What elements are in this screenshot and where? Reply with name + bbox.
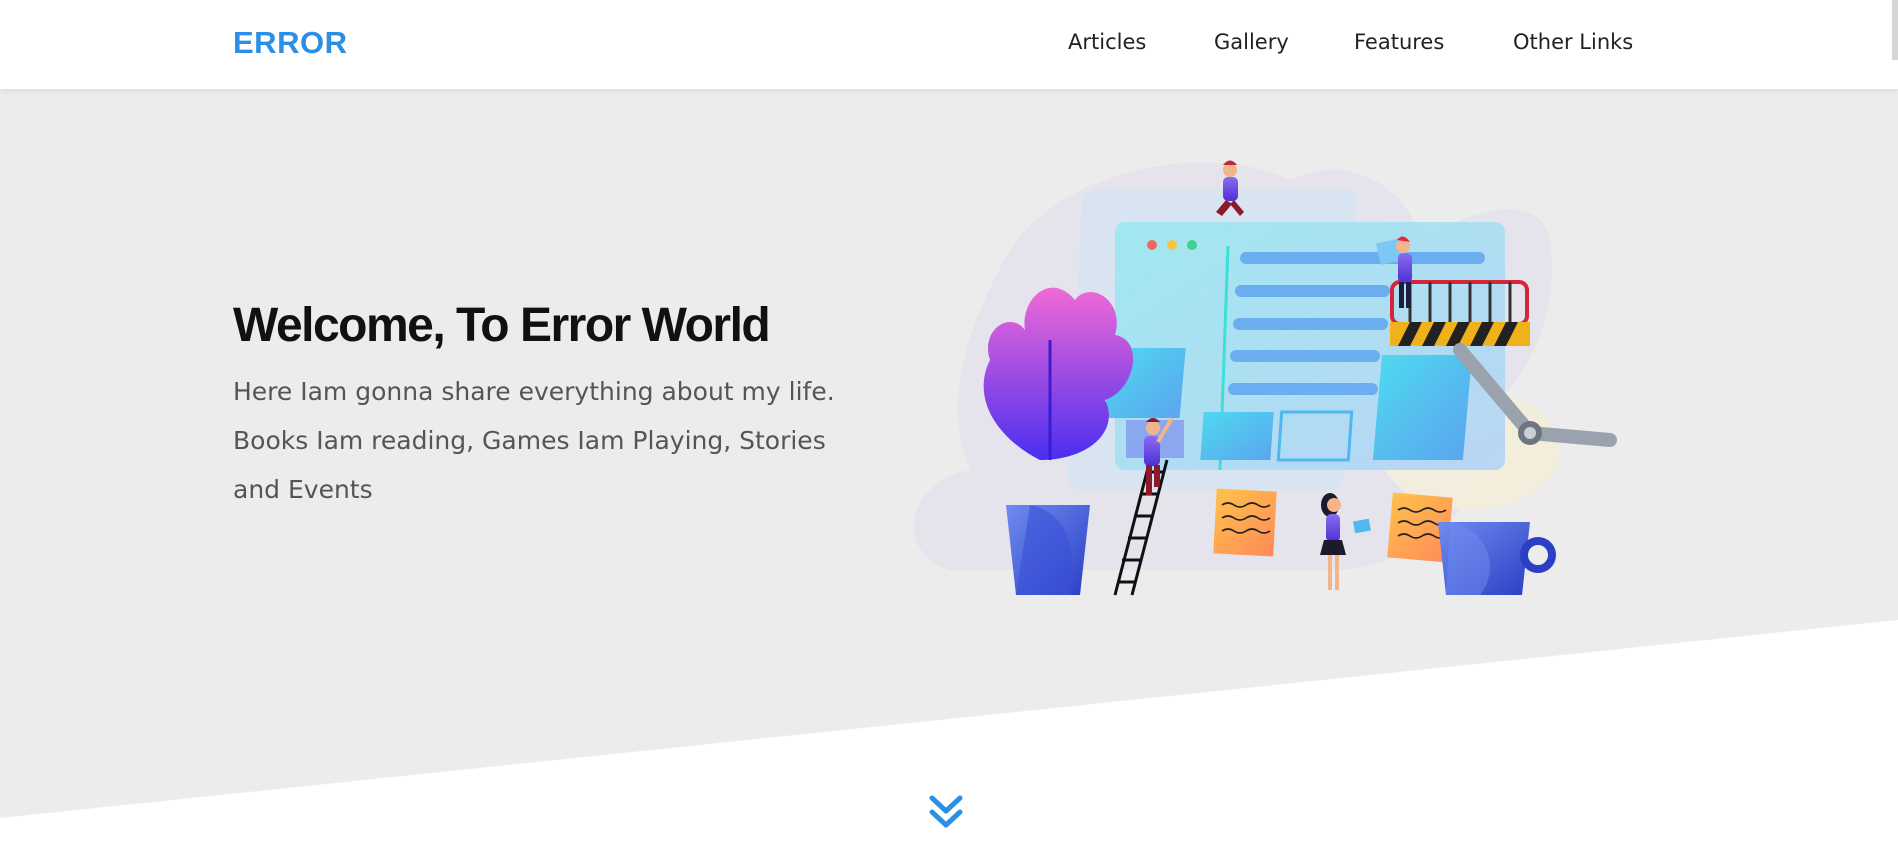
scrollbar-thumb[interactable] <box>1892 0 1898 60</box>
site-header: ERROR Articles Gallery Features Other Li… <box>0 0 1898 89</box>
nav-item-articles[interactable]: Articles <box>1068 30 1146 54</box>
nav-item-features[interactable]: Features <box>1354 30 1444 54</box>
site-logo[interactable]: ERROR <box>233 25 347 61</box>
hero-description: Here Iam gonna share everything about my… <box>233 377 835 504</box>
web-building-team-illustration <box>913 160 1617 596</box>
double-chevron-down-icon[interactable] <box>926 792 966 832</box>
nav-item-gallery[interactable]: Gallery <box>1214 30 1289 54</box>
hero-title: Welcome, To Error World <box>233 299 771 352</box>
nav-item-other-links[interactable]: Other Links <box>1513 30 1633 54</box>
page: ERROR Articles Gallery Features Other Li… <box>0 0 1898 861</box>
